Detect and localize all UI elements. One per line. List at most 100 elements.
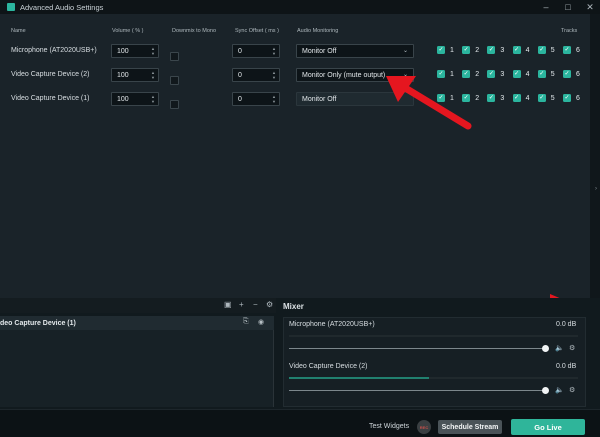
checkmark-icon: ✓ — [537, 94, 546, 102]
volume-slider[interactable] — [289, 390, 545, 391]
close-icon[interactable]: ✕ — [584, 1, 596, 13]
downmix-checkbox[interactable] — [170, 100, 179, 109]
window-title: Advanced Audio Settings — [20, 2, 104, 12]
checkmark-icon: ✓ — [563, 94, 571, 102]
volume-value: 100 — [117, 95, 129, 103]
add-folder-icon[interactable]: ▣ — [224, 300, 232, 309]
volume-meter — [289, 377, 578, 379]
column-header-name: Name — [11, 28, 26, 34]
scroll-arrow-icon[interactable]: › — [595, 186, 597, 192]
track-checkbox[interactable]: ✓ 3 — [487, 70, 504, 78]
test-widgets-button[interactable]: Test Widgets — [369, 423, 409, 430]
track-number: 5 — [550, 46, 555, 54]
volume-slider-knob[interactable] — [542, 387, 549, 394]
checkmark-icon: ✓ — [487, 70, 496, 78]
track-checkbox[interactable]: ✓ 3 — [487, 94, 504, 102]
track-number: 2 — [475, 46, 480, 54]
sources-header — [0, 298, 276, 313]
downmix-checkbox[interactable] — [170, 76, 179, 85]
track-checkbox[interactable]: ✓ 4 — [512, 46, 530, 54]
device-name: Video Capture Device (2) — [11, 71, 90, 78]
add-source-icon[interactable]: + — [239, 300, 244, 309]
track-checkbox[interactable]: ✓ 6 — [563, 94, 580, 102]
checkmark-icon: ✓ — [512, 70, 521, 78]
title-bar: Advanced Audio Settings – □ ✕ — [0, 0, 600, 14]
sources-list — [0, 330, 274, 407]
sync-offset-input[interactable]: 0 ▲ ▼ — [232, 92, 280, 106]
column-header-downmix: Downmix to Mono — [172, 28, 217, 34]
track-checkbox[interactable]: ✓ 6 — [563, 70, 580, 78]
checkmark-icon: ✓ — [537, 46, 546, 54]
lock-icon[interactable]: ⎘ — [243, 318, 249, 326]
dialog-scrollbar[interactable] — [590, 14, 600, 298]
source-item-label: deo Capture Device (1) — [0, 319, 76, 327]
track-number: 6 — [576, 46, 580, 54]
stepper-icon[interactable]: ▲ ▼ — [151, 94, 155, 104]
device-name: Video Capture Device (1) — [11, 95, 90, 102]
app-icon — [7, 3, 15, 11]
volume-input[interactable]: 100 ▲ ▼ — [111, 68, 159, 82]
maximize-icon[interactable]: □ — [562, 1, 574, 13]
volume-slider[interactable] — [289, 348, 545, 349]
stepper-icon[interactable]: ▲ ▼ — [272, 94, 276, 104]
track-checkbox[interactable]: ✓ 5 — [537, 70, 555, 78]
minimize-icon[interactable]: – — [540, 1, 552, 13]
go-live-button[interactable]: Go Live — [511, 419, 585, 435]
column-header-tracks: Tracks — [561, 28, 578, 34]
sync-offset-input[interactable]: 0 ▲ ▼ — [232, 44, 280, 58]
track-number: 3 — [500, 70, 505, 78]
track-checkbox[interactable]: ✓ 6 — [563, 46, 580, 54]
track-checkbox[interactable]: ✓ 5 — [537, 46, 555, 54]
stepper-icon[interactable]: ▲ ▼ — [151, 70, 155, 80]
audio-monitoring-select[interactable]: Monitor Off ⌄ — [296, 44, 414, 58]
schedule-stream-button[interactable]: Schedule Stream — [438, 420, 502, 434]
track-number: 3 — [500, 94, 505, 102]
speaker-icon[interactable]: 🔈 — [555, 344, 564, 352]
remove-source-icon[interactable]: − — [253, 300, 258, 309]
track-checkbox[interactable]: ✓ 4 — [512, 94, 530, 102]
checkmark-icon: ✓ — [512, 94, 521, 102]
track-number: 4 — [525, 70, 530, 78]
gear-icon[interactable]: ⚙ — [569, 344, 575, 352]
status-bar — [0, 409, 600, 437]
volume-slider-knob[interactable] — [542, 345, 549, 352]
volume-value: 100 — [117, 71, 129, 79]
volume-input[interactable]: 100 ▲ ▼ — [111, 44, 159, 58]
stepper-icon[interactable]: ▲ ▼ — [272, 46, 276, 56]
checkmark-icon: ✓ — [563, 46, 571, 54]
audio-monitoring-value: Monitor Off — [302, 47, 337, 55]
track-number: 5 — [550, 94, 555, 102]
mixer-channel-level: 0.0 dB — [556, 363, 577, 370]
track-checkbox[interactable]: ✓ 5 — [537, 94, 555, 102]
volume-meter — [289, 335, 578, 337]
track-number: 6 — [576, 70, 580, 78]
track-checkbox[interactable]: ✓ 2 — [462, 46, 479, 54]
track-number: 2 — [475, 70, 480, 78]
source-item[interactable]: deo Capture Device (1) ⎘ ◉ — [0, 316, 274, 330]
column-header-sync-offset: Sync Offset ( ms ) — [235, 28, 279, 34]
advanced-audio-dialog — [0, 14, 590, 298]
annotation-arrow-icon — [386, 76, 472, 130]
stepper-icon[interactable]: ▲ ▼ — [151, 46, 155, 56]
audio-monitoring-value: Monitor Off — [302, 95, 337, 103]
speaker-icon[interactable]: 🔈 — [555, 386, 564, 394]
eye-icon[interactable]: ◉ — [258, 318, 264, 326]
checkmark-icon: ✓ — [437, 46, 445, 54]
track-checkbox[interactable]: ✓ 4 — [512, 70, 530, 78]
track-number: 6 — [576, 94, 580, 102]
mixer-channel-level: 0.0 dB — [556, 321, 577, 328]
track-checkbox[interactable]: ✓ 1 — [437, 46, 454, 54]
rec-button[interactable]: REC — [417, 420, 431, 434]
stepper-icon[interactable]: ▲ ▼ — [272, 70, 276, 80]
sync-offset-input[interactable]: 0 ▲ ▼ — [232, 68, 280, 82]
mixer-channel-name: Microphone (AT2020USB+) — [289, 321, 375, 328]
downmix-checkbox[interactable] — [170, 52, 179, 61]
volume-input[interactable]: 100 ▲ ▼ — [111, 92, 159, 106]
gear-icon[interactable]: ⚙ — [266, 300, 273, 309]
chevron-down-icon: ⌄ — [402, 48, 408, 54]
track-number: 4 — [525, 94, 530, 102]
track-number: 1 — [450, 46, 454, 54]
gear-icon[interactable]: ⚙ — [569, 386, 575, 394]
track-checkbox[interactable]: ✓ 3 — [487, 46, 504, 54]
column-header-audio-monitoring: Audio Monitoring — [297, 28, 339, 34]
